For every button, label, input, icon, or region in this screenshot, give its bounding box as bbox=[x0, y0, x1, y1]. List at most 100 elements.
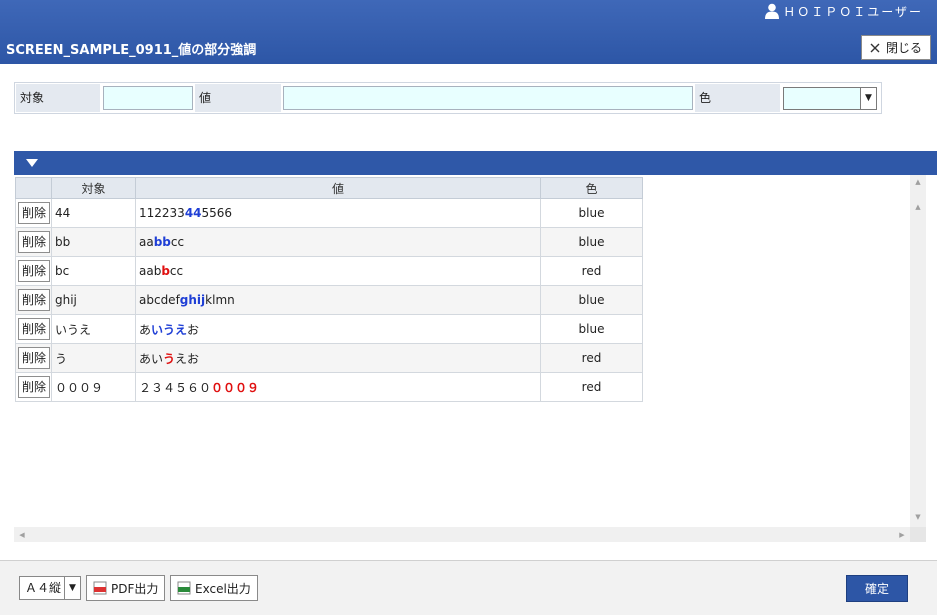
value-highlight: う bbox=[163, 351, 176, 366]
delete-cell: 削除 bbox=[15, 314, 52, 344]
delete-button[interactable]: 削除 bbox=[18, 318, 50, 340]
color-cell: red bbox=[540, 256, 643, 286]
close-label: 閉じる bbox=[885, 41, 922, 55]
table-row: 削除 bb aabbcc blue bbox=[15, 227, 643, 257]
table-row: 削除 44 112233445566 blue bbox=[15, 198, 643, 228]
value-cell: あいうえお bbox=[135, 314, 541, 344]
excel-export-button[interactable]: Excel出力 bbox=[170, 575, 258, 601]
table-row: 削除 bc aabbcc red bbox=[15, 256, 643, 286]
table-body: 削除 44 112233445566 blue 削除 bb aabbcc blue 削除 bc aa… bbox=[15, 198, 643, 402]
value-highlight: 44 bbox=[184, 206, 202, 220]
user-icon bbox=[765, 3, 780, 19]
value-text: えお bbox=[175, 351, 200, 366]
target-cell: いうえ bbox=[51, 314, 136, 344]
delete-button[interactable]: 削除 bbox=[18, 202, 50, 224]
value-label: 値 bbox=[195, 84, 281, 112]
scroll-down-icon[interactable]: ▼ bbox=[910, 512, 926, 522]
confirm-label: 確定 bbox=[864, 582, 889, 596]
delete-cell: 削除 bbox=[15, 343, 52, 373]
color-label: 色 bbox=[695, 84, 780, 112]
vertical-scrollbar[interactable]: ▲ ▲ ▼ bbox=[910, 175, 926, 527]
target-label: 対象 bbox=[16, 84, 100, 112]
close-button[interactable]: 閉じる bbox=[861, 35, 931, 60]
column-header-color[interactable]: 色 bbox=[540, 177, 643, 199]
column-header-action bbox=[15, 177, 52, 199]
value-cell: aabbcc bbox=[135, 256, 541, 286]
delete-cell: 削除 bbox=[15, 285, 52, 315]
table-row: 削除 ０００９ ２３４５６００００９ red bbox=[15, 372, 643, 402]
value-text: cc bbox=[170, 235, 185, 249]
value-text: aa bbox=[139, 235, 154, 249]
user-menu[interactable]: ＨＯＩＰＯＩユーザー bbox=[765, 2, 923, 20]
color-cell: blue bbox=[540, 314, 643, 344]
dropdown-arrow-icon[interactable]: ▼ bbox=[64, 577, 80, 599]
delete-cell: 削除 bbox=[15, 256, 52, 286]
value-cell: abcdefghijklmn bbox=[135, 285, 541, 315]
target-cell: う bbox=[51, 343, 136, 373]
delete-button[interactable]: 削除 bbox=[18, 289, 50, 311]
table-row: 削除 ghij abcdefghijklmn blue bbox=[15, 285, 643, 315]
value-cell: ２３４５６００００９ bbox=[135, 372, 541, 402]
value-text: お bbox=[187, 322, 200, 337]
pdf-file-icon bbox=[93, 581, 107, 595]
column-header-value[interactable]: 値 bbox=[135, 177, 541, 199]
value-text: あ bbox=[139, 322, 152, 337]
color-cell: blue bbox=[540, 285, 643, 315]
value-text: ２３４５６０ bbox=[139, 380, 212, 395]
scroll-left-icon[interactable]: ◀ bbox=[14, 530, 30, 540]
column-header-target[interactable]: 対象 bbox=[51, 177, 136, 199]
target-cell: ０００９ bbox=[51, 372, 136, 402]
results-table: 対象 値 色 削除 44 112233445566 blue 削除 bb aabbcc blu… bbox=[15, 177, 643, 402]
scroll-up-icon-secondary[interactable]: ▲ bbox=[910, 202, 926, 212]
data-grid: 対象 値 色 削除 44 112233445566 blue 削除 bb aabbcc blu… bbox=[14, 175, 926, 542]
value-text: klmn bbox=[205, 293, 235, 307]
scroll-up-icon[interactable]: ▲ bbox=[910, 177, 926, 187]
value-highlight: bb bbox=[153, 235, 171, 249]
target-cell: bb bbox=[51, 227, 136, 257]
delete-button[interactable]: 削除 bbox=[18, 376, 50, 398]
table-row: 削除うあいうえお red bbox=[15, 343, 643, 373]
paper-size-select[interactable]: Ａ４縦 ▼ bbox=[19, 576, 81, 600]
delete-cell: 削除 bbox=[15, 227, 52, 257]
color-cell: blue bbox=[540, 198, 643, 228]
value-text: 112233 bbox=[139, 206, 185, 220]
footer-bar: Ａ４縦 ▼ PDF出力 Excel出力 確定 bbox=[0, 560, 937, 615]
pdf-export-button[interactable]: PDF出力 bbox=[86, 575, 166, 601]
scroll-right-icon[interactable]: ▶ bbox=[894, 530, 910, 540]
value-text: あい bbox=[139, 351, 164, 366]
value-cell: あいうえお bbox=[135, 343, 541, 373]
value-cell: aabbcc bbox=[135, 227, 541, 257]
target-input[interactable] bbox=[103, 86, 193, 110]
table-header-row: 対象 値 色 bbox=[15, 177, 643, 199]
color-cell: red bbox=[540, 343, 643, 373]
screen-title: SCREEN_SAMPLE_0911_値の部分強調 bbox=[6, 43, 257, 58]
table-row: 削除 いうえ あいうえお blue bbox=[15, 314, 643, 344]
confirm-button[interactable]: 確定 bbox=[846, 575, 908, 602]
section-toggle-bar[interactable] bbox=[14, 151, 937, 175]
value-highlight: ０００９ bbox=[211, 380, 260, 395]
value-input[interactable] bbox=[283, 86, 693, 110]
header-bar: ＨＯＩＰＯＩユーザー SCREEN_SAMPLE_0911_値の部分強調 閉じる bbox=[0, 0, 937, 64]
value-highlight: いうえ bbox=[151, 322, 188, 337]
delete-button[interactable]: 削除 bbox=[18, 231, 50, 253]
color-select[interactable]: ▼ bbox=[783, 87, 877, 110]
scrollbar-corner bbox=[910, 527, 926, 542]
delete-cell: 削除 bbox=[15, 372, 52, 402]
value-text: aab bbox=[139, 264, 162, 278]
delete-cell: 削除 bbox=[15, 198, 52, 228]
target-cell: bc bbox=[51, 256, 136, 286]
value-highlight: b bbox=[161, 264, 170, 278]
delete-button[interactable]: 削除 bbox=[18, 260, 50, 282]
horizontal-scrollbar[interactable]: ◀ ▶ bbox=[14, 527, 910, 542]
value-text: abcdef bbox=[139, 293, 180, 307]
target-cell: 44 bbox=[51, 198, 136, 228]
value-text: cc bbox=[169, 264, 184, 278]
color-cell: red bbox=[540, 372, 643, 402]
value-cell: 112233445566 bbox=[135, 198, 541, 228]
dropdown-arrow-icon[interactable]: ▼ bbox=[860, 88, 876, 109]
paper-size-value: Ａ４縦 bbox=[25, 581, 62, 595]
excel-file-icon bbox=[177, 581, 191, 595]
collapse-triangle-icon[interactable] bbox=[26, 159, 38, 167]
delete-button[interactable]: 削除 bbox=[18, 347, 50, 369]
color-cell: blue bbox=[540, 227, 643, 257]
